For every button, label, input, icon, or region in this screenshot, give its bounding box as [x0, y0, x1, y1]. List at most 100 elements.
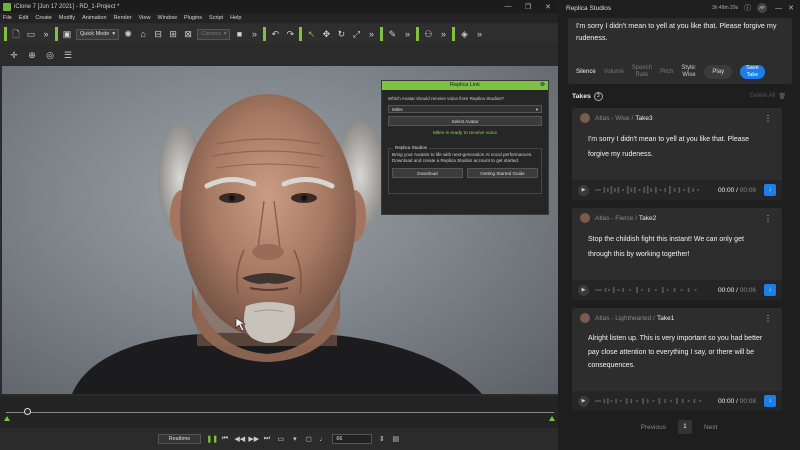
- next-page-button[interactable]: Next: [704, 424, 717, 431]
- chevron-right-icon[interactable]: »: [401, 28, 413, 40]
- chevron-right-icon[interactable]: »: [40, 28, 52, 40]
- speaker-icon[interactable]: ◻: [304, 435, 313, 443]
- menu-modify[interactable]: Modify: [59, 15, 75, 21]
- light-icon[interactable]: ✺: [122, 28, 134, 40]
- minimize-icon[interactable]: —: [498, 3, 518, 10]
- save-take-line1: Save: [746, 65, 759, 71]
- redo-icon[interactable]: ↷: [284, 28, 296, 40]
- frame-input[interactable]: 66: [332, 434, 373, 444]
- help-icon[interactable]: ⓘ: [744, 3, 751, 13]
- scale-icon[interactable]: ⤢: [350, 28, 362, 40]
- download-icon[interactable]: ↓: [764, 284, 776, 296]
- previous-page-button[interactable]: Previous: [641, 424, 666, 431]
- skip-end-icon[interactable]: ⏭: [262, 435, 271, 443]
- waveform[interactable]: [595, 185, 712, 195]
- chevron-right-icon[interactable]: »: [248, 28, 260, 40]
- save-icon[interactable]: ▣: [61, 28, 73, 40]
- select-arrow-icon[interactable]: ↖: [305, 28, 317, 40]
- fast-forward-icon[interactable]: ▶▶: [248, 435, 259, 443]
- range-start-marker[interactable]: [4, 416, 10, 421]
- maximize-icon[interactable]: ❐: [518, 3, 538, 11]
- close-icon[interactable]: ⊗: [540, 81, 545, 90]
- rotate-icon[interactable]: ↻: [335, 28, 347, 40]
- pitch-button[interactable]: Pitch: [660, 69, 673, 76]
- skip-start-icon[interactable]: ⏮: [220, 435, 229, 443]
- play-icon[interactable]: ▶: [578, 184, 589, 196]
- speech-rate-button[interactable]: Speech Rate: [632, 65, 652, 79]
- chevron-down-icon[interactable]: ▾: [290, 435, 299, 443]
- range-end-marker[interactable]: [549, 416, 555, 421]
- chevron-right-icon[interactable]: »: [473, 28, 485, 40]
- save-take-button[interactable]: Save Take: [740, 65, 765, 79]
- pause-icon[interactable]: ❚❚: [206, 435, 218, 443]
- music-note-icon[interactable]: ♩: [318, 436, 327, 443]
- getting-started-guide-button[interactable]: Getting Started Guide: [467, 168, 538, 178]
- pan-icon[interactable]: ✛: [8, 49, 20, 61]
- camera-dropdown[interactable]: Camera ▾: [197, 28, 231, 40]
- pick-icon[interactable]: ✎: [386, 28, 398, 40]
- timeline-playhead[interactable]: [24, 408, 31, 415]
- takes-header: Takes 3 Delete All 🗑: [572, 90, 786, 102]
- select-avatar-button[interactable]: Select Avatar: [388, 116, 542, 126]
- volume-button[interactable]: Volume: [604, 69, 624, 76]
- home-icon[interactable]: ⌂: [137, 28, 149, 40]
- menu-plugins[interactable]: Plugins: [184, 15, 202, 21]
- current-page[interactable]: 1: [677, 420, 692, 434]
- voice-avatar: [580, 213, 590, 223]
- orbit-icon[interactable]: ◎: [44, 49, 56, 61]
- menu-window[interactable]: Window: [157, 15, 177, 21]
- video-camera-icon[interactable]: ■: [233, 28, 245, 40]
- play-icon[interactable]: ▶: [578, 284, 589, 296]
- undo-icon[interactable]: ↶: [269, 28, 281, 40]
- play-button[interactable]: Play: [704, 65, 733, 79]
- realtime-button[interactable]: Realtime: [157, 434, 202, 444]
- menu-animation[interactable]: Animation: [82, 15, 106, 21]
- silence-button[interactable]: Silence: [576, 69, 596, 75]
- list-icon[interactable]: ☰: [62, 49, 74, 61]
- style-button[interactable]: Style: Wise: [681, 65, 696, 79]
- menu-create[interactable]: Create: [35, 15, 52, 21]
- film-icon[interactable]: ▤: [391, 435, 400, 443]
- menu-view[interactable]: View: [139, 15, 151, 21]
- timeline[interactable]: [0, 396, 558, 428]
- loop-icon[interactable]: ▭: [276, 435, 285, 443]
- menu-file[interactable]: File: [3, 15, 12, 21]
- chevron-right-icon[interactable]: »: [437, 28, 449, 40]
- download-icon[interactable]: ↓: [764, 395, 776, 407]
- play-icon[interactable]: ▶: [578, 395, 589, 407]
- fit-icon[interactable]: ⊠: [182, 28, 194, 40]
- delete-all-button[interactable]: Delete All: [750, 93, 775, 99]
- minimize-icon[interactable]: —: [775, 5, 782, 12]
- frame-icon[interactable]: ⊟: [152, 28, 164, 40]
- open-folder-icon[interactable]: ▭: [25, 28, 37, 40]
- timeline-track[interactable]: [6, 412, 554, 413]
- quick-mode-dropdown[interactable]: Quick Mode ▾: [76, 28, 120, 40]
- menu-render[interactable]: Render: [114, 15, 132, 21]
- more-options-icon[interactable]: ⋮: [764, 314, 772, 323]
- new-file-icon[interactable]: 🗋: [10, 28, 22, 40]
- more-options-icon[interactable]: ⋮: [764, 214, 772, 223]
- plugin-icon[interactable]: ◈: [458, 28, 470, 40]
- menu-script[interactable]: Script: [209, 15, 223, 21]
- close-icon[interactable]: ✕: [538, 3, 558, 11]
- trash-icon[interactable]: 🗑: [778, 93, 786, 100]
- more-options-icon[interactable]: ⋮: [764, 114, 772, 123]
- close-icon[interactable]: ✕: [788, 4, 794, 12]
- waveform[interactable]: [595, 396, 712, 406]
- menu-edit[interactable]: Edit: [19, 15, 28, 21]
- download-button[interactable]: Download: [392, 168, 463, 178]
- avatar[interactable]: AF: [757, 3, 768, 13]
- move-icon[interactable]: ✥: [320, 28, 332, 40]
- menu-help[interactable]: Help: [230, 15, 241, 21]
- script-editor[interactable]: I'm sorry I didn't mean to yell at you l…: [568, 18, 792, 84]
- zoom-icon[interactable]: ⊕: [26, 49, 38, 61]
- download-icon[interactable]: ↓: [764, 184, 776, 196]
- rewind-icon[interactable]: ◀◀: [234, 435, 245, 443]
- chevron-right-icon[interactable]: »: [365, 28, 377, 40]
- spin-icon[interactable]: ⇕: [377, 435, 386, 443]
- waveform[interactable]: [595, 285, 712, 295]
- grid-icon[interactable]: ⊞: [167, 28, 179, 40]
- avatar-select[interactable]: Miles ▾: [388, 105, 542, 113]
- script-text[interactable]: I'm sorry I didn't mean to yell at you l…: [568, 18, 792, 46]
- puppet-icon[interactable]: ⚇: [422, 28, 434, 40]
